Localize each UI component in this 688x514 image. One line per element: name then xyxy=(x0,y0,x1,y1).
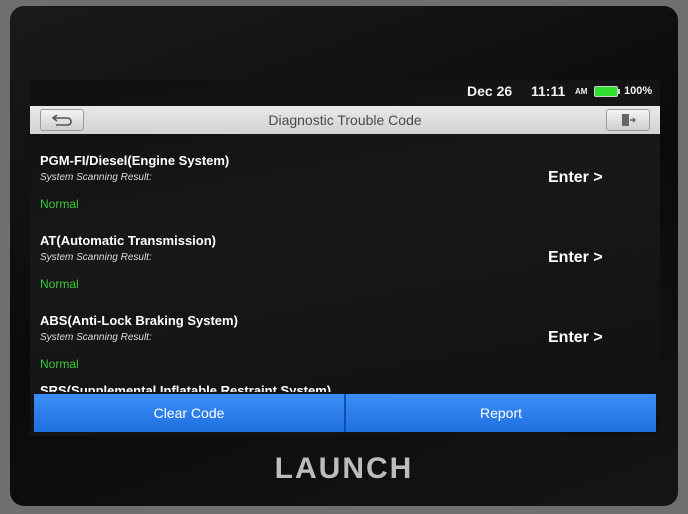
system-name: ABS(Anti-Lock Braking System) xyxy=(40,313,238,328)
system-status: Normal xyxy=(40,197,79,211)
system-subtitle: System Scanning Result: xyxy=(40,332,152,343)
status-ampm: AM xyxy=(575,87,588,96)
enter-button[interactable]: Enter > xyxy=(548,169,603,187)
system-item-partial[interactable]: SRS(Supplemental Inflatable Restraint Sy… xyxy=(30,364,660,392)
system-name: AT(Automatic Transmission) xyxy=(40,233,217,248)
system-name: PGM-FI/Diesel(Engine System) xyxy=(40,153,230,168)
device-brand-logo: LAUNCH xyxy=(274,452,414,485)
status-bar: Dec 26 11:11 AM 100% xyxy=(30,80,660,102)
clear-code-button[interactable]: Clear Code xyxy=(34,394,344,432)
system-subtitle: System Scanning Result: xyxy=(40,252,152,263)
screen: Dec 26 11:11 AM 100% Diagnostic Trouble … xyxy=(30,80,660,436)
system-name: SRS(Supplemental Inflatable Restraint Sy… xyxy=(40,383,332,392)
system-item: PGM-FI/Diesel(Engine System) System Scan… xyxy=(30,136,660,216)
enter-button[interactable]: Enter > xyxy=(548,329,603,347)
report-button[interactable]: Report xyxy=(346,394,656,432)
battery-percent: 100% xyxy=(624,85,653,97)
exit-icon xyxy=(622,114,636,126)
system-subtitle: System Scanning Result: xyxy=(40,172,152,183)
page-title: Diagnostic Trouble Code xyxy=(268,112,422,128)
system-list: PGM-FI/Diesel(Engine System) System Scan… xyxy=(30,136,660,392)
system-item: AT(Automatic Transmission) System Scanni… xyxy=(30,216,660,296)
system-status: Normal xyxy=(40,277,79,291)
enter-button[interactable]: Enter > xyxy=(548,249,603,267)
status-date: Dec 26 xyxy=(467,83,513,99)
title-bar: Diagnostic Trouble Code xyxy=(30,106,660,134)
status-time: 11:11 xyxy=(531,83,566,99)
battery-tip xyxy=(618,89,620,94)
exit-button[interactable] xyxy=(606,109,650,131)
action-bar: Clear Code Report xyxy=(34,394,656,432)
battery-icon xyxy=(594,86,618,97)
